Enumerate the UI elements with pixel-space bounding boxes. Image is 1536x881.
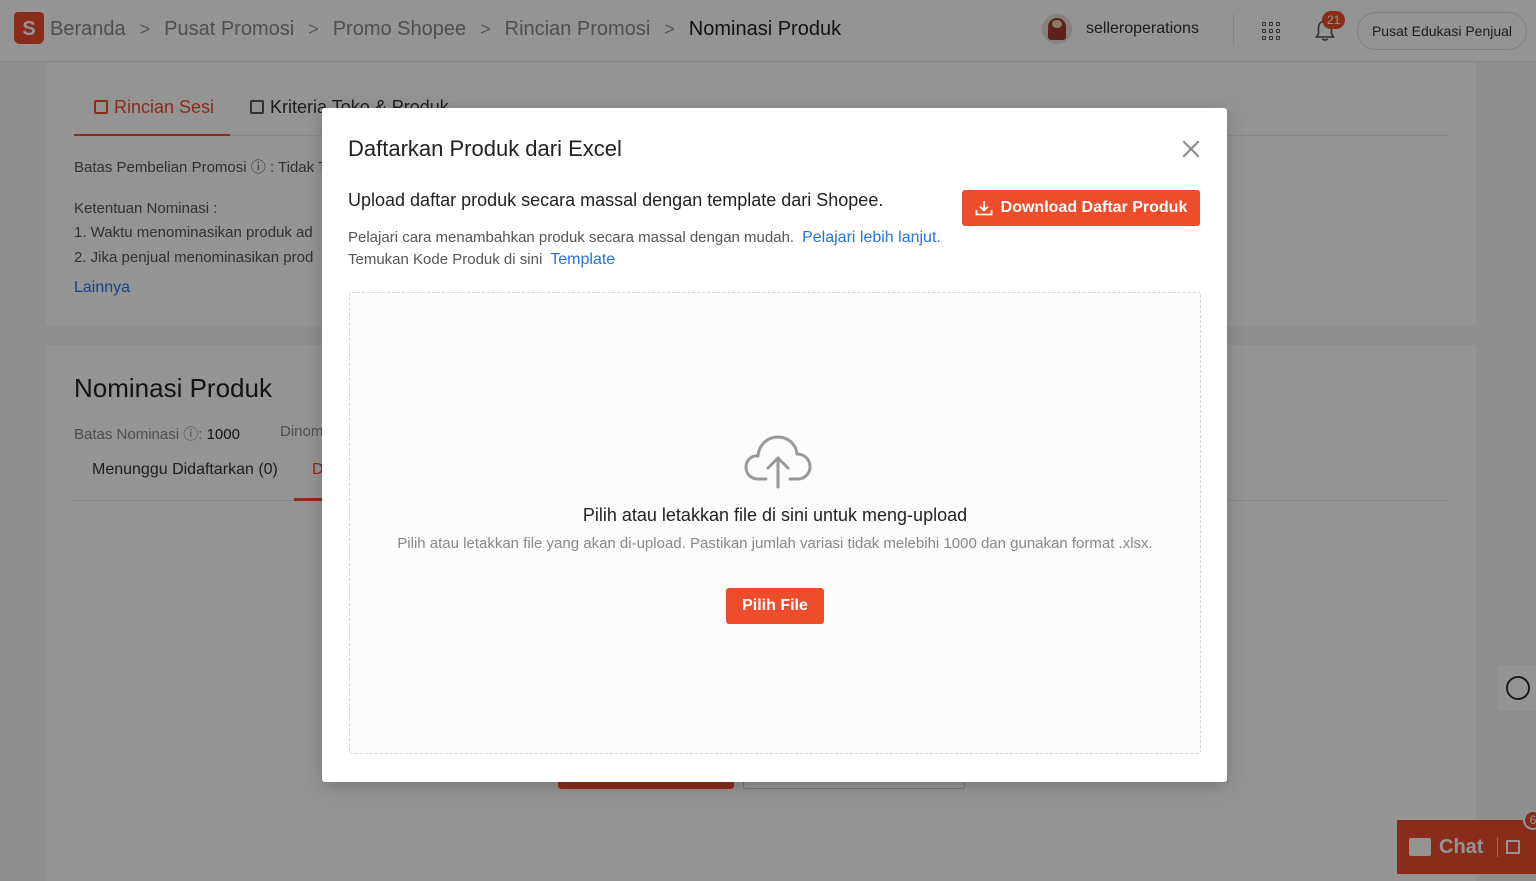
learn-more-link[interactable]: Pelajari lebih lanjut. [802, 229, 941, 246]
modal-subtitle: Upload daftar produk secara massal denga… [348, 190, 884, 210]
choose-file-button[interactable]: Pilih File [726, 588, 824, 624]
template-link[interactable]: Template [550, 251, 615, 268]
download-icon [975, 201, 993, 216]
info2-text: Temukan Kode Produk di sini [348, 251, 543, 268]
download-label: Download Daftar Produk [1000, 199, 1188, 216]
file-dropzone[interactable]: Pilih atau letakkan file di sini untuk m… [349, 292, 1201, 754]
upload-excel-modal: Daftarkan Produk dari Excel Upload dafta… [322, 108, 1227, 782]
info1-text: Pelajari cara menambahkan produk secara … [348, 229, 795, 246]
dropzone-description: Pilih atau letakkan file yang akan di-up… [397, 535, 1153, 552]
info-learn-more: Pelajari cara menambahkan produk secara … [348, 229, 941, 247]
info-template: Temukan Kode Produk di sini Template [348, 251, 615, 269]
download-product-list-button[interactable]: Download Daftar Produk [962, 190, 1200, 226]
modal-title: Daftarkan Produk dari Excel [348, 136, 622, 161]
dropzone-title: Pilih atau letakkan file di sini untuk m… [582, 505, 968, 525]
close-icon[interactable] [1180, 138, 1202, 160]
cloud-upload-icon [744, 435, 812, 489]
